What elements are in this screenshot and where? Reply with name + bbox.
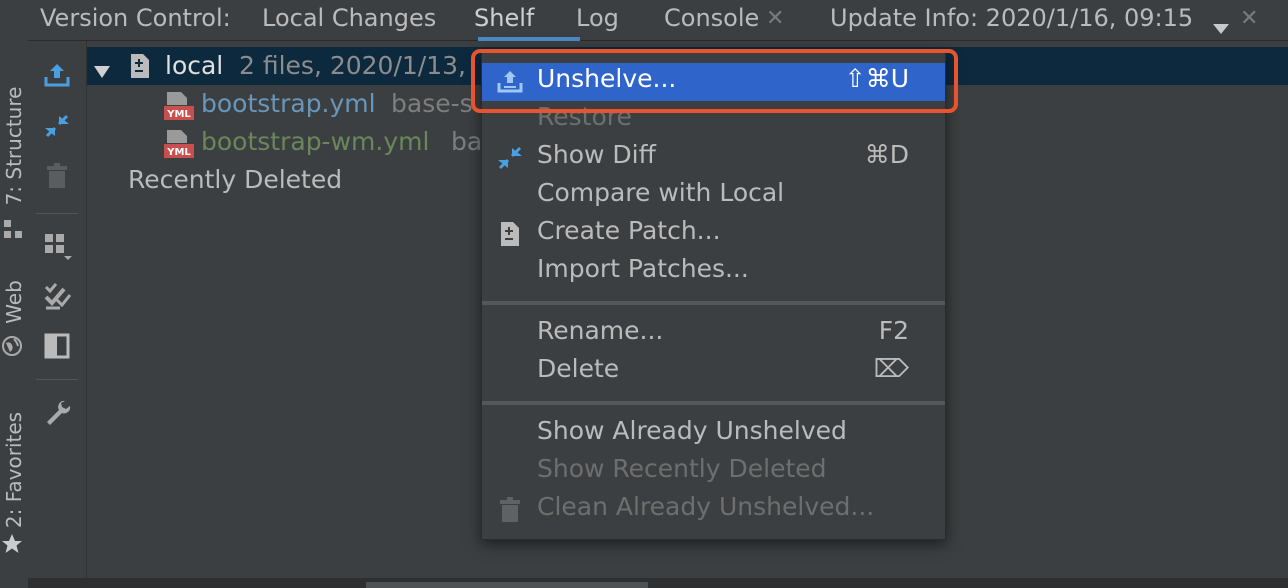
tab-overflow-dropdown-icon[interactable]: [1212, 13, 1230, 34]
menu-item-show-recently-deleted[interactable]: Show Recently Deleted: [482, 453, 945, 491]
tab-shelf[interactable]: Shelf: [474, 4, 534, 32]
tool-window-title: Version Control:: [40, 4, 231, 32]
preview-icon[interactable]: [40, 329, 74, 363]
menu-item-compare-with-local[interactable]: Compare with Local: [482, 177, 945, 215]
tree-file-path: ba: [451, 127, 483, 156]
shelf-toolbar: [28, 41, 87, 588]
svg-text:YML: YML: [166, 109, 191, 120]
scrollbar-thumb[interactable]: [366, 582, 648, 588]
menu-item-label: Compare with Local: [537, 178, 785, 207]
menu-item-shortcut: ⌦: [873, 354, 909, 383]
expand-arrow-icon[interactable]: [93, 57, 111, 78]
tab-local-changes[interactable]: Local Changes: [262, 4, 436, 32]
web-tool-tab[interactable]: Web: [2, 280, 26, 324]
menu-item-show-already-unshelved[interactable]: Show Already Unshelved: [482, 415, 945, 453]
menu-item-clean-already-unshelved[interactable]: Clean Already Unshelved...: [482, 491, 945, 529]
menu-item-rename[interactable]: Rename... F2: [482, 315, 945, 353]
shelf-context-menu: Unshelve... ⇧⌘U Restore Show Diff ⌘D Com…: [481, 50, 946, 540]
show-diff-icon[interactable]: [40, 109, 74, 143]
close-update-info-tab-icon[interactable]: ✕: [1240, 6, 1258, 31]
highlight-annotation-box: [471, 49, 958, 113]
menu-item-label: Import Patches...: [537, 254, 749, 283]
tab-update-info[interactable]: Update Info: 2020/1/16, 09:15: [830, 4, 1193, 32]
checklist-icon[interactable]: [40, 279, 74, 313]
toolbar-separator: [36, 213, 78, 214]
changelist-name: local: [165, 51, 224, 80]
structure-icon: [3, 216, 23, 238]
left-tool-stripe: 7: Structure Web 2: Favorites: [0, 0, 29, 588]
group-by-icon[interactable]: [40, 229, 74, 263]
menu-item-shortcut: ⌘D: [864, 140, 909, 169]
yml-file-icon: YML: [163, 129, 195, 159]
menu-item-label: Create Patch...: [537, 216, 721, 245]
tree-file-name[interactable]: bootstrap-wm.yml: [201, 127, 429, 156]
settings-wrench-icon[interactable]: [40, 395, 74, 429]
star-icon: [1, 532, 23, 554]
menu-item-create-patch[interactable]: Create Patch...: [482, 215, 945, 253]
patch-file-icon: [129, 52, 151, 80]
tree-file-name[interactable]: bootstrap.yml: [201, 89, 376, 118]
structure-tool-tab[interactable]: 7: Structure: [2, 87, 26, 206]
menu-item-label: Show Recently Deleted: [537, 454, 827, 483]
tab-log[interactable]: Log: [576, 4, 619, 32]
changelist-detail: 2 files, 2020/1/13,: [239, 51, 466, 80]
unshelve-icon[interactable]: [40, 57, 74, 91]
menu-item-label: Delete: [537, 354, 620, 383]
delete-icon[interactable]: [40, 159, 74, 193]
tab-console[interactable]: Console: [664, 4, 759, 32]
menu-item-shortcut: F2: [878, 316, 909, 345]
version-control-tab-bar: Version Control: Local Changes Shelf Log…: [28, 0, 1288, 41]
menu-item-delete[interactable]: Delete ⌦: [482, 353, 945, 391]
svg-text:YML: YML: [166, 147, 191, 158]
menu-item-import-patches[interactable]: Import Patches...: [482, 253, 945, 291]
patch-icon: [496, 220, 524, 248]
show-diff-icon: [496, 144, 524, 172]
menu-item-label: Show Already Unshelved: [537, 416, 847, 445]
toolbar-separator: [36, 379, 78, 380]
menu-separator: [482, 401, 945, 405]
menu-item-label: Show Diff: [537, 140, 656, 169]
globe-icon: [1, 334, 23, 356]
menu-separator: [482, 301, 945, 305]
recently-deleted-node[interactable]: Recently Deleted: [128, 165, 342, 194]
close-console-tab-icon[interactable]: ✕: [766, 6, 784, 31]
yml-file-icon: YML: [163, 91, 195, 121]
horizontal-scrollbar[interactable]: [28, 578, 1288, 588]
tree-file-path: base-s: [391, 89, 473, 118]
menu-item-label: Clean Already Unshelved...: [537, 492, 875, 521]
menu-item-label: Rename...: [537, 316, 664, 345]
trash-icon: [496, 496, 524, 524]
menu-item-show-diff[interactable]: Show Diff ⌘D: [482, 139, 945, 177]
favorites-tool-tab[interactable]: 2: Favorites: [2, 412, 26, 528]
